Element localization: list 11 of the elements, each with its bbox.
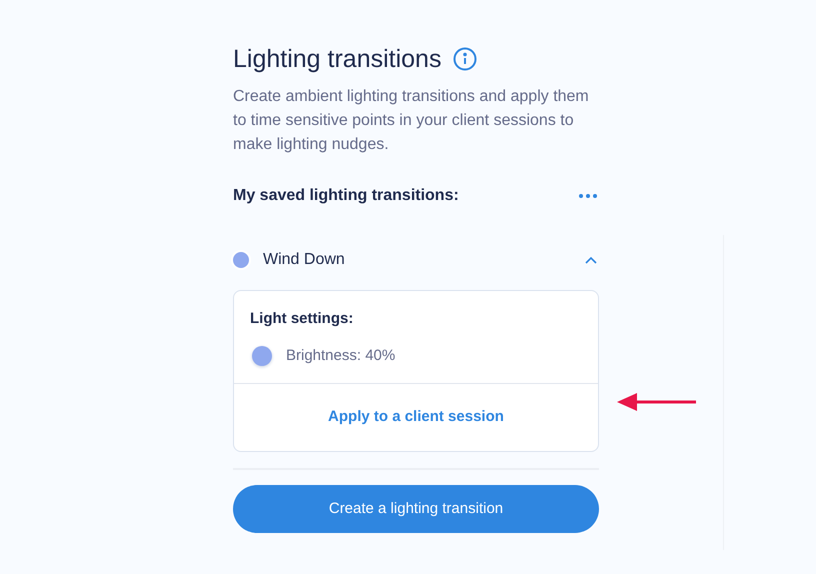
chevron-up-icon[interactable] xyxy=(585,256,597,264)
info-icon[interactable] xyxy=(453,47,478,71)
setting-label: Brightness: 40% xyxy=(286,346,396,366)
more-options-icon[interactable] xyxy=(579,194,597,198)
section-heading: My saved lighting transitions: xyxy=(233,186,459,206)
create-button[interactable]: Create a lighting transition xyxy=(233,485,599,533)
description: Create ambient lighting transitions and apply them to time sensitive points in your client sessions to make lighting nudges. xyxy=(233,87,590,155)
apply-link[interactable]: Apply to a client session xyxy=(328,406,504,429)
transition-name[interactable]: Wind Down xyxy=(263,248,345,272)
settings-title: Light settings: xyxy=(250,309,354,329)
page-title: Lighting transitions xyxy=(233,44,442,75)
